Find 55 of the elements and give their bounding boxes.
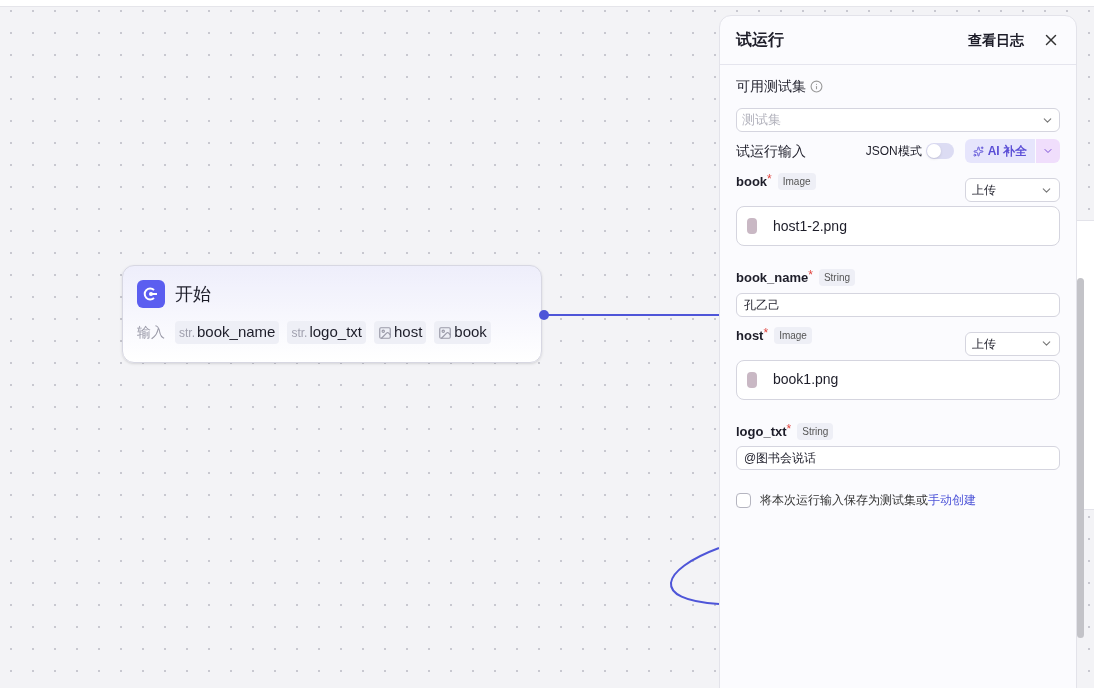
run-input-label: 试运行输入 <box>736 141 807 161</box>
field-name: book <box>736 173 768 191</box>
file-field[interactable]: host1-2.png <box>736 206 1060 246</box>
select-placeholder: 测试集 <box>742 111 782 130</box>
save-checkbox[interactable] <box>736 492 751 508</box>
json-mode-toggle[interactable] <box>925 143 954 159</box>
file-name: host1-2.png <box>773 216 847 236</box>
select-value: 上传 <box>972 335 997 353</box>
type-prefix: str. <box>291 324 308 342</box>
connector-curve <box>670 547 720 605</box>
type-tag: String <box>818 269 856 287</box>
image-icon <box>378 325 392 340</box>
info-icon <box>810 79 823 93</box>
input-field[interactable]: 孔乙己 <box>736 292 1060 317</box>
type-tag: String <box>797 422 834 440</box>
file-name: book1.png <box>773 370 839 389</box>
input-name: book_name <box>197 322 276 343</box>
thumbnail-placeholder <box>747 218 757 234</box>
type-prefix: str. <box>179 324 195 342</box>
json-mode-label: JSON模式 <box>865 143 922 160</box>
required-mark: * <box>763 325 769 340</box>
type-tag: Image <box>774 326 812 344</box>
input-name: host <box>394 322 423 343</box>
field-name: book_name <box>736 269 809 287</box>
select-value: 上传 <box>972 182 997 199</box>
ai-dropdown-button[interactable] <box>1036 139 1060 163</box>
start-node-icon <box>137 280 165 308</box>
scrollbar-thumb[interactable] <box>1077 278 1084 638</box>
manual-create-link[interactable]: 手动创建 <box>928 493 976 507</box>
input-field[interactable]: @图书会说话 <box>736 446 1060 470</box>
output-port[interactable] <box>539 310 549 320</box>
save-text: 将本次运行输入保存为测试集或手动创建 <box>760 492 976 509</box>
mode-select[interactable]: 上传 <box>965 331 1060 356</box>
view-log-link[interactable]: 查看日志 <box>968 29 1024 51</box>
field-name: host <box>736 326 764 345</box>
start-node[interactable]: 开始 输入 str.book_name str.logo_txt host book <box>122 265 542 363</box>
mode-select[interactable]: 上传 <box>965 178 1060 202</box>
input-name: logo_txt <box>309 322 362 343</box>
sparkle-icon <box>972 145 984 157</box>
inputs-label: 输入 <box>137 323 165 342</box>
image-icon <box>438 325 453 340</box>
input-name: book <box>454 322 487 343</box>
required-mark: * <box>786 421 792 436</box>
panel-title: 试运行 <box>736 30 785 50</box>
file-field[interactable]: book1.png <box>736 359 1060 400</box>
field-value: @图书会说话 <box>744 450 817 467</box>
type-tag: Image <box>777 173 816 191</box>
thumbnail-placeholder <box>747 371 757 388</box>
ai-complete-button[interactable]: AI 补全 <box>964 139 1035 163</box>
field-name: logo_txt <box>736 422 787 441</box>
required-mark: * <box>808 268 813 282</box>
required-mark: * <box>767 172 772 186</box>
testset-label: 可用测试集 <box>736 76 806 96</box>
node-title: 开始 <box>175 282 211 306</box>
field-value: 孔乙己 <box>744 296 780 314</box>
